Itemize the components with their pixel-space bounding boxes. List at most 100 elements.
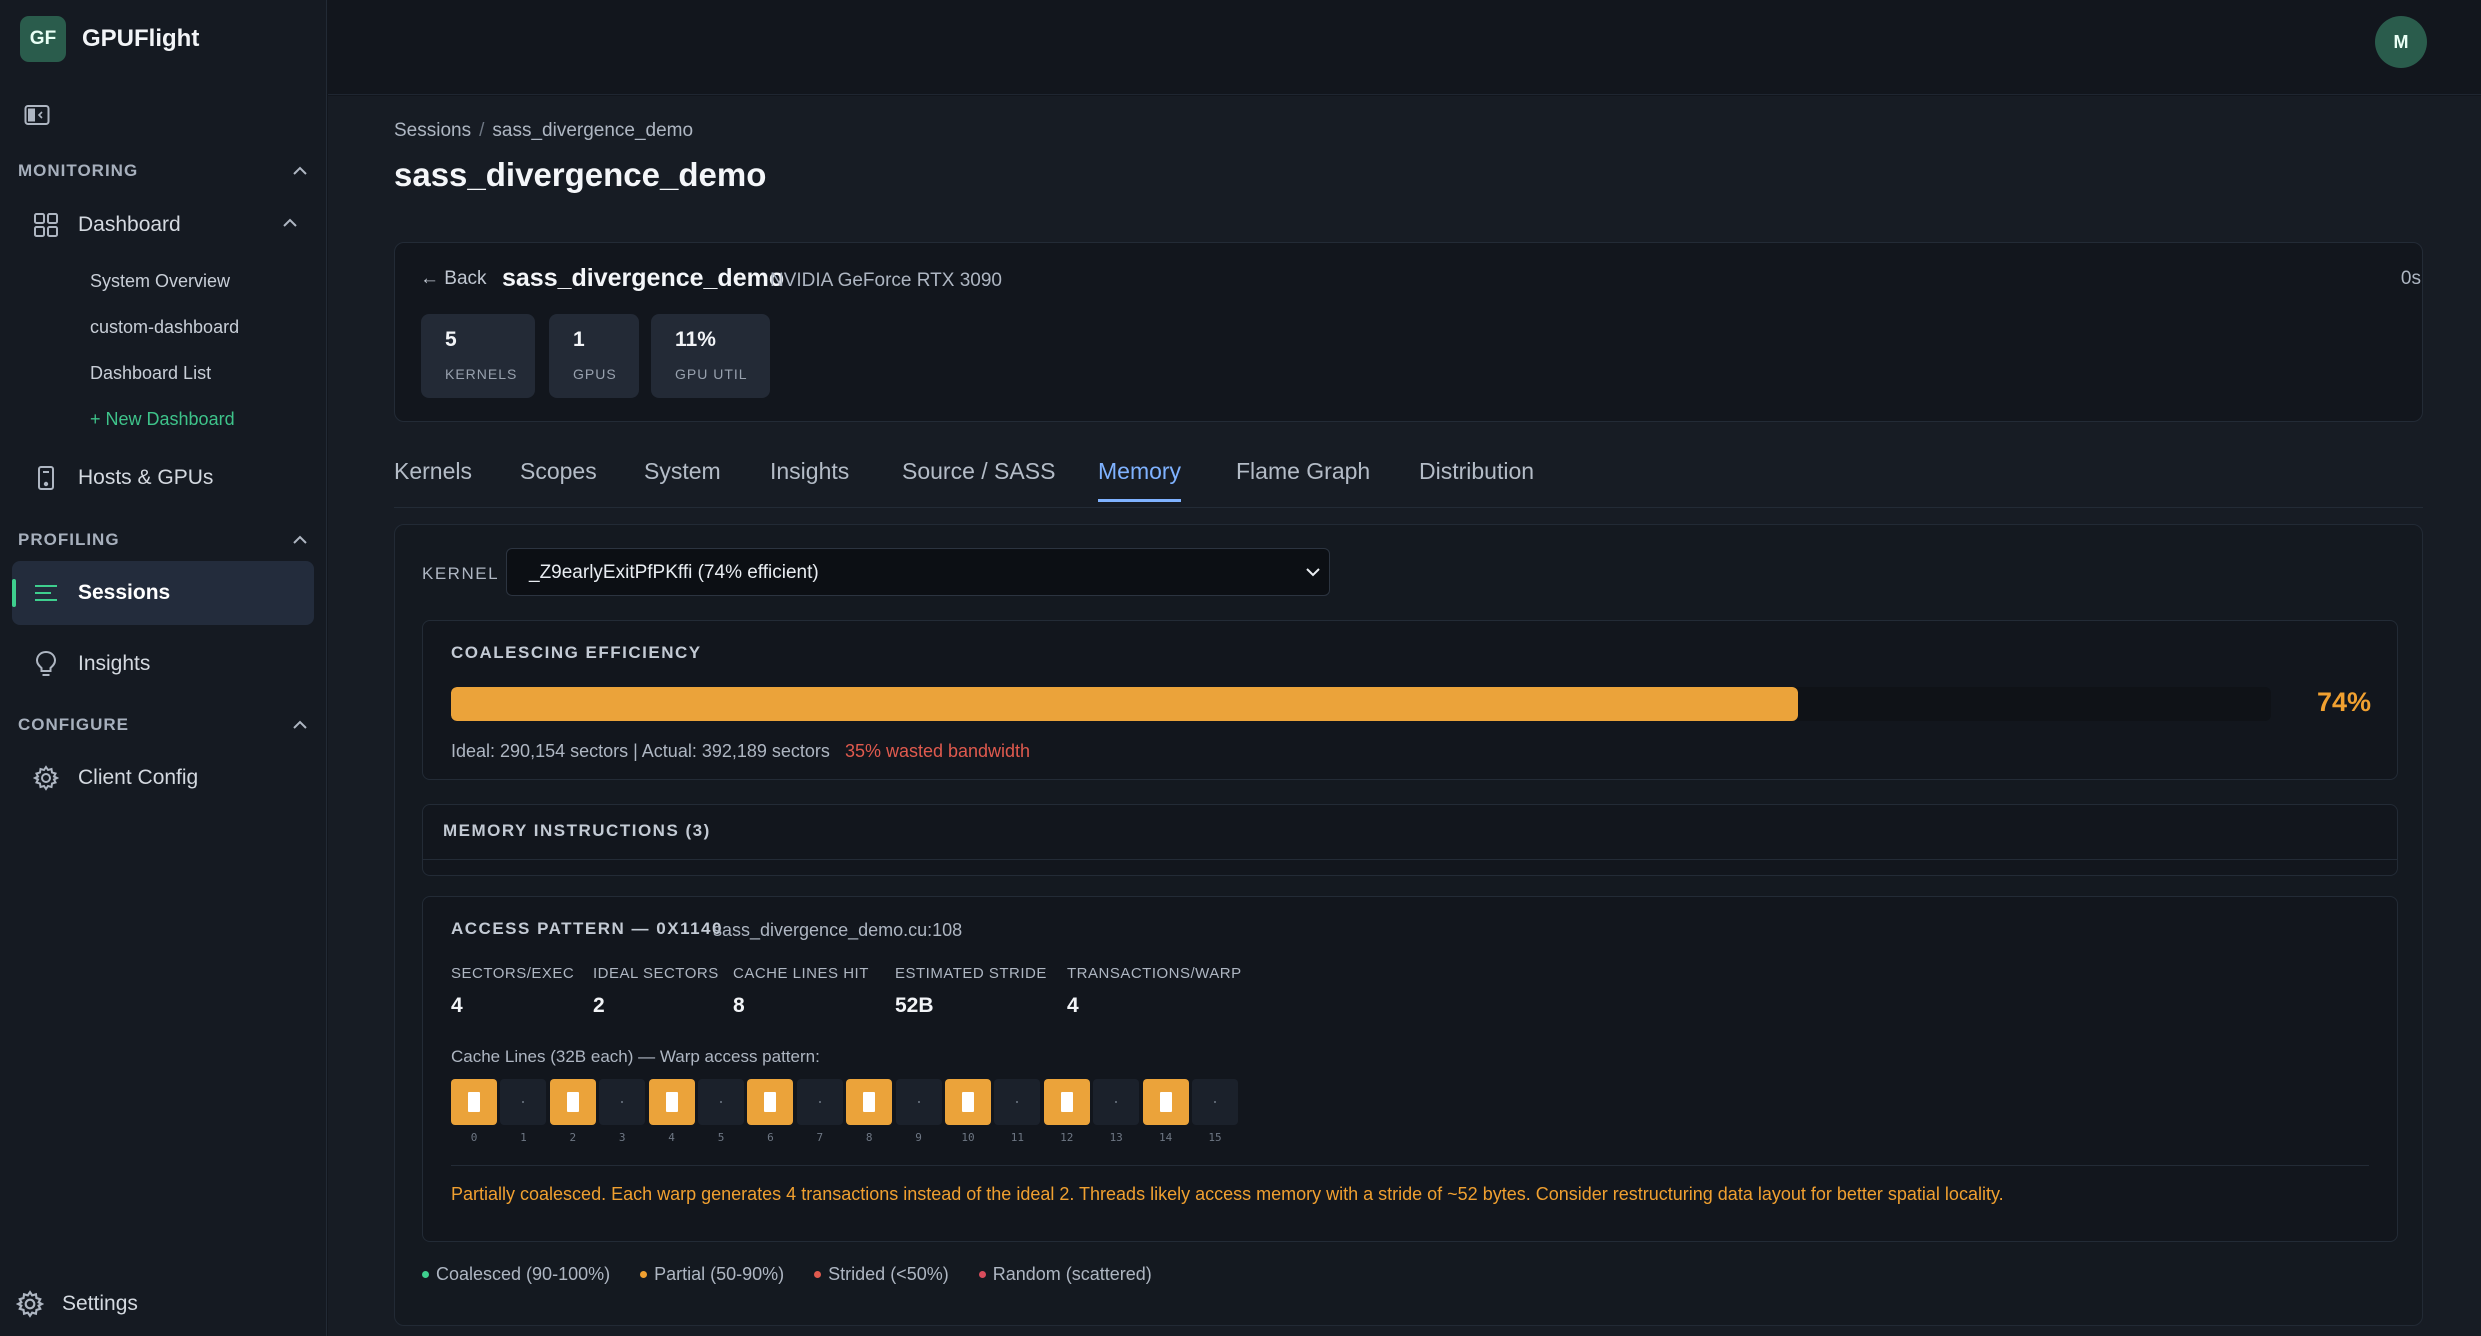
sidebar-item-client-config[interactable]: Client Config [12, 746, 314, 810]
cache-line-miss [1093, 1079, 1140, 1125]
cache-line-index: 10 [961, 1131, 975, 1144]
tab-kernels[interactable]: Kernels [394, 458, 472, 499]
cache-line-hit [451, 1079, 497, 1125]
legend-item: Partial (50-90%) [640, 1264, 784, 1285]
tab-flame-graph[interactable]: Flame Graph [1236, 458, 1370, 499]
brand[interactable]: GF GPUFlight [20, 16, 199, 62]
cache-line-index: 1 [520, 1131, 527, 1144]
cache-line-hit [1043, 1079, 1090, 1125]
sidebar-subitem-custom-dashboard[interactable]: custom-dashboard [90, 317, 239, 338]
tab-system[interactable]: System [644, 458, 721, 499]
chevron-down-icon [1306, 568, 1320, 577]
section-configure[interactable]: CONFIGURE [18, 713, 308, 737]
section-monitoring[interactable]: MONITORING [18, 159, 308, 183]
metric-ideal-sectors: IDEAL SECTORS 2 [593, 965, 719, 1018]
cache-line-miss [895, 1079, 942, 1125]
avatar[interactable]: M [2375, 16, 2427, 68]
brand-name: GPUFlight [82, 25, 200, 52]
sidebar-subitem-dashboard-list[interactable]: Dashboard List [90, 363, 211, 384]
access-pattern-message: Partially coalesced. Each warp generates… [451, 1184, 2004, 1204]
sidebar-item-sessions[interactable]: Sessions [12, 561, 314, 625]
cache-line-index: 14 [1158, 1131, 1173, 1144]
sidebar-item-hosts[interactable]: Hosts & GPUs [12, 446, 314, 510]
grid-icon [32, 211, 60, 239]
cache-line-index: 0 [470, 1131, 478, 1144]
legend-dot-icon [978, 1271, 986, 1278]
tab-source-sass[interactable]: Source / SASS [902, 458, 1055, 499]
stat-value: 11% [675, 328, 716, 351]
metric-label: IDEAL SECTORS [593, 965, 719, 982]
breadcrumb-separator: / [479, 120, 485, 141]
efficiency-bar [451, 687, 2271, 721]
cache-line-index: 6 [767, 1131, 774, 1144]
access-pattern-card: ACCESS PATTERN — 0X1140 sass_divergence_… [422, 896, 2398, 1242]
gear-icon [32, 764, 60, 792]
sidebar-item-label: Sessions [78, 581, 171, 604]
tab-memory[interactable]: Memory [1098, 458, 1182, 502]
efficiency-bar-fill [451, 687, 1798, 721]
cache-line-index: 3 [618, 1131, 626, 1144]
sidebar-item-label: Hosts & GPUs [78, 466, 214, 489]
metric-label: CACHE LINES HIT [733, 965, 869, 982]
sidebar: GF GPUFlight MONITORING Dashboard System… [0, 0, 327, 1336]
memory-instructions-title: MEMORY INSTRUCTIONS (3) [443, 821, 711, 840]
tab-scopes[interactable]: Scopes [520, 458, 597, 499]
cache-line-index: 15 [1208, 1131, 1222, 1144]
cache-line-index: 13 [1109, 1131, 1123, 1144]
cache-line-index: 2 [569, 1131, 577, 1144]
cache-line-miss [796, 1079, 843, 1125]
legend-item: Random (scattered) [978, 1264, 1152, 1285]
kernel-selected-value: _Z9earlyExitPfPKffi (74% efficient) [529, 562, 819, 583]
access-pattern-title: ACCESS PATTERN — 0X1140 [451, 919, 723, 938]
new-dashboard-link[interactable]: + New Dashboard [90, 409, 235, 430]
section-profiling[interactable]: PROFILING [18, 528, 308, 552]
cache-line-hit [846, 1079, 893, 1125]
cache-line-hit [747, 1079, 794, 1125]
sidebar-subitem-system-overview[interactable]: System Overview [90, 271, 230, 292]
cache-line-grid: 0 1 2 3 4 5 6 7 8 9 10 11 12 13 14 15 [451, 1079, 1271, 1149]
metric-sectors-exec: SECTORS/EXEC 4 [451, 965, 574, 1018]
chevron-up-icon [283, 218, 297, 227]
stat-label: GPU UTIL [675, 366, 748, 382]
cache-line-hit [1142, 1079, 1189, 1125]
tab-insights[interactable]: Insights [770, 458, 849, 499]
source-location: sass_divergence_demo.cu:108 [713, 920, 963, 940]
legend-label: Partial (50-90%) [654, 1264, 785, 1284]
cache-line-hit [945, 1079, 991, 1125]
cache-line-miss [994, 1079, 1041, 1125]
metric-label: SECTORS/EXEC [451, 965, 575, 982]
section-monitoring-label: MONITORING [18, 161, 139, 180]
sidebar-item-dashboard[interactable]: Dashboard [12, 193, 314, 257]
cache-line-miss [599, 1079, 646, 1125]
metric-value: 4 [451, 994, 463, 1017]
tab-distribution[interactable]: Distribution [1419, 458, 1534, 499]
chevron-up-icon [293, 535, 307, 544]
wasted-bandwidth: 35% wasted bandwidth [844, 741, 1031, 761]
legend-item: Strided (<50%) [814, 1264, 949, 1285]
cache-line-miss [1192, 1079, 1238, 1125]
metric-transactions-warp: TRANSACTIONS/WARP 4 [1067, 965, 1242, 1018]
memory-instructions-card[interactable]: MEMORY INSTRUCTIONS (3) [422, 804, 2398, 876]
main-content: Sessions / sass_divergence_demo sass_diver… [328, 96, 2481, 1336]
kernel-select[interactable]: _Z9earlyExitPfPKffi (74% efficient) [506, 548, 1330, 596]
sidebar-toggle-icon[interactable] [24, 104, 52, 126]
cache-line-miss [698, 1079, 744, 1125]
cache-lines-caption: Cache Lines (32B each) — Warp access pat… [451, 1047, 820, 1066]
legend-label: Strided (<50%) [828, 1264, 949, 1284]
breadcrumb-sessions-link[interactable]: Sessions [394, 120, 471, 141]
legend-label: Coalesced (90-100%) [436, 1264, 611, 1284]
settings-button[interactable]: Settings [16, 1290, 138, 1318]
session-duration: 0s [2400, 268, 2421, 289]
stat-label: GPUS [573, 366, 617, 382]
sidebar-item-insights[interactable]: Insights [12, 632, 314, 696]
back-button[interactable]: ← Back [420, 268, 487, 290]
sector-counts: Ideal: 290,154 sectors | Actual: 392,189… [451, 741, 830, 761]
stat-gpu-util: 11% GPU UTIL [651, 314, 770, 398]
efficiency-detail: Ideal: 290,154 sectors | Actual: 392,189… [451, 741, 1030, 762]
legend-dot-icon [422, 1271, 429, 1278]
efficiency-percent: 74% [2316, 687, 2371, 717]
stat-value: 5 [445, 328, 457, 351]
sidebar-item-label: Insights [78, 652, 151, 675]
cache-line-index: 8 [865, 1131, 873, 1144]
sidebar-item-label: Dashboard [78, 213, 181, 236]
